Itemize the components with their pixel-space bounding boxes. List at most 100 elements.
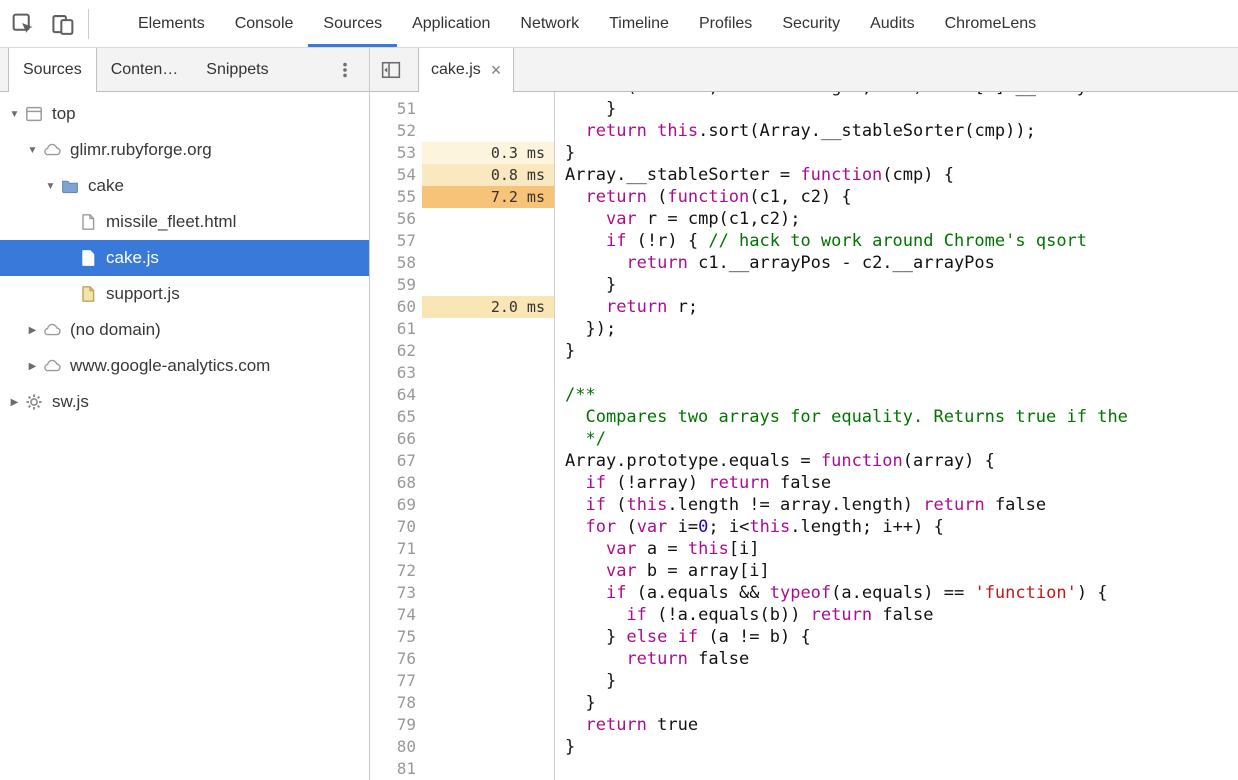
code-line[interactable]: return c1.__arrayPos - c2.__arrayPos [554,252,1238,274]
line-number[interactable]: 71 [370,538,422,560]
code-line[interactable]: if (!r) { // hack to work around Chrome'… [554,230,1238,252]
line-number[interactable]: 53 [370,142,422,164]
line-number[interactable]: 62 [370,340,422,362]
panel-tab-conten[interactable]: Conten… [97,48,193,92]
code-line[interactable]: var b = array[i] [554,560,1238,582]
tree-item-support-js[interactable]: support.js [0,276,369,312]
tab-audits[interactable]: Audits [855,0,929,47]
line-number[interactable]: 79 [370,714,422,736]
line-number[interactable]: 60 [370,296,422,318]
line-number[interactable]: 74 [370,604,422,626]
code-line[interactable]: /** [554,384,1238,406]
code-token: ) { [1077,583,1108,603]
chevron-down-icon[interactable]: ▼ [24,145,41,156]
code-line[interactable]: } [554,274,1238,296]
line-number[interactable]: 69 [370,494,422,516]
line-number[interactable]: 81 [370,758,422,780]
line-number[interactable]: 70 [370,516,422,538]
line-number[interactable]: 57 [370,230,422,252]
line-number[interactable]: 58 [370,252,422,274]
navigator-toggle-button[interactable] [370,48,412,92]
line-number[interactable]: 67 [370,450,422,472]
code-line[interactable]: Compares two arrays for equality. Return… [554,406,1238,428]
code-line[interactable]: } [554,692,1238,714]
code-line[interactable] [554,362,1238,384]
chevron-down-icon[interactable]: ▼ [42,181,59,192]
chevron-right-icon[interactable]: ▶ [24,361,41,372]
tree-item-sw-js[interactable]: ▶sw.js [0,384,369,420]
panel-tab-snippets[interactable]: Snippets [192,48,282,92]
code-line[interactable]: } [554,736,1238,758]
tree-item-glimr-rubyforge-org[interactable]: ▼glimr.rubyforge.org [0,132,369,168]
code-row: 76 return false [370,648,1238,670]
code-line[interactable]: if (!a.equals(b)) return false [554,604,1238,626]
tab-console[interactable]: Console [220,0,309,47]
code-line[interactable]: if (!array) return false [554,472,1238,494]
tab-security[interactable]: Security [767,0,855,47]
code-line[interactable]: if (a.equals && typeof(a.equals) == 'fun… [554,582,1238,604]
chevron-right-icon[interactable]: ▶ [6,397,23,408]
device-toolbar-button[interactable] [46,7,80,41]
line-number[interactable]: 72 [370,560,422,582]
code-line[interactable]: }); [554,318,1238,340]
line-number[interactable]: 68 [370,472,422,494]
line-number[interactable]: 55 [370,186,422,208]
chevron-right-icon[interactable]: ▶ [24,325,41,336]
line-number[interactable]: 52 [370,120,422,142]
tab-chromelens[interactable]: ChromeLens [930,0,1052,47]
code-line[interactable]: for (var i=0; i<this.length; i++) { [554,516,1238,538]
line-number[interactable]: 59 [370,274,422,296]
inspect-element-button[interactable] [6,7,40,41]
code-line[interactable]: */ [554,428,1238,450]
line-number[interactable]: 75 [370,626,422,648]
panel-tab-sources[interactable]: Sources [8,48,97,92]
code-line[interactable]: } [554,340,1238,362]
code-line[interactable] [554,758,1238,780]
line-number[interactable]: 76 [370,648,422,670]
code-line[interactable]: var r = cmp(c1,c2); [554,208,1238,230]
code-line[interactable]: return true [554,714,1238,736]
code-line[interactable]: Array.prototype.equals = function(array)… [554,450,1238,472]
overflow-menu-button[interactable] [335,48,355,92]
tree-item-cake[interactable]: ▼cake [0,168,369,204]
line-number[interactable]: 77 [370,670,422,692]
line-number[interactable]: 63 [370,362,422,384]
line-number[interactable]: 51 [370,98,422,120]
code-line[interactable]: } [554,142,1238,164]
tree-item-www-google-analytics-com[interactable]: ▶www.google-analytics.com [0,348,369,384]
tab-elements[interactable]: Elements [123,0,220,47]
tree-item-missile-fleet-html[interactable]: missile_fleet.html [0,204,369,240]
code-line[interactable]: } [554,98,1238,120]
line-number[interactable]: 64 [370,384,422,406]
line-number[interactable]: 80 [370,736,422,758]
tab-close-icon[interactable]: × [491,61,502,79]
code-line[interactable]: return this.sort(Array.__stableSorter(cm… [554,120,1238,142]
code-line[interactable]: if (this.length != array.length) return … [554,494,1238,516]
tree-item-cake-js[interactable]: cake.js [0,240,369,276]
tree-item-no-domain[interactable]: ▶(no domain) [0,312,369,348]
code-line[interactable]: return r; [554,296,1238,318]
line-number[interactable]: 65 [370,406,422,428]
chevron-down-icon[interactable]: ▼ [6,109,23,120]
line-number[interactable]: 73 [370,582,422,604]
line-number[interactable]: 78 [370,692,422,714]
tab-profiles[interactable]: Profiles [684,0,767,47]
line-number[interactable]: 54 [370,164,422,186]
tab-application[interactable]: Application [397,0,505,47]
code-line[interactable]: } [554,670,1238,692]
code-line[interactable]: return (function(c1, c2) { [554,186,1238,208]
code-editor: 50 for (var i=0; i<this.length; i++) thi… [370,92,1238,780]
line-number[interactable]: 61 [370,318,422,340]
file-tab[interactable]: cake.js × [418,48,514,92]
tab-network[interactable]: Network [505,0,594,47]
tree-item-top[interactable]: ▼top [0,96,369,132]
tab-timeline[interactable]: Timeline [594,0,684,47]
tree-item-label: missile_fleet.html [106,212,236,232]
line-number[interactable]: 66 [370,428,422,450]
code-line[interactable]: return false [554,648,1238,670]
tab-sources[interactable]: Sources [308,0,397,47]
code-line[interactable]: Array.__stableSorter = function(cmp) { [554,164,1238,186]
code-line[interactable]: } else if (a != b) { [554,626,1238,648]
code-line[interactable]: var a = this[i] [554,538,1238,560]
line-number[interactable]: 56 [370,208,422,230]
